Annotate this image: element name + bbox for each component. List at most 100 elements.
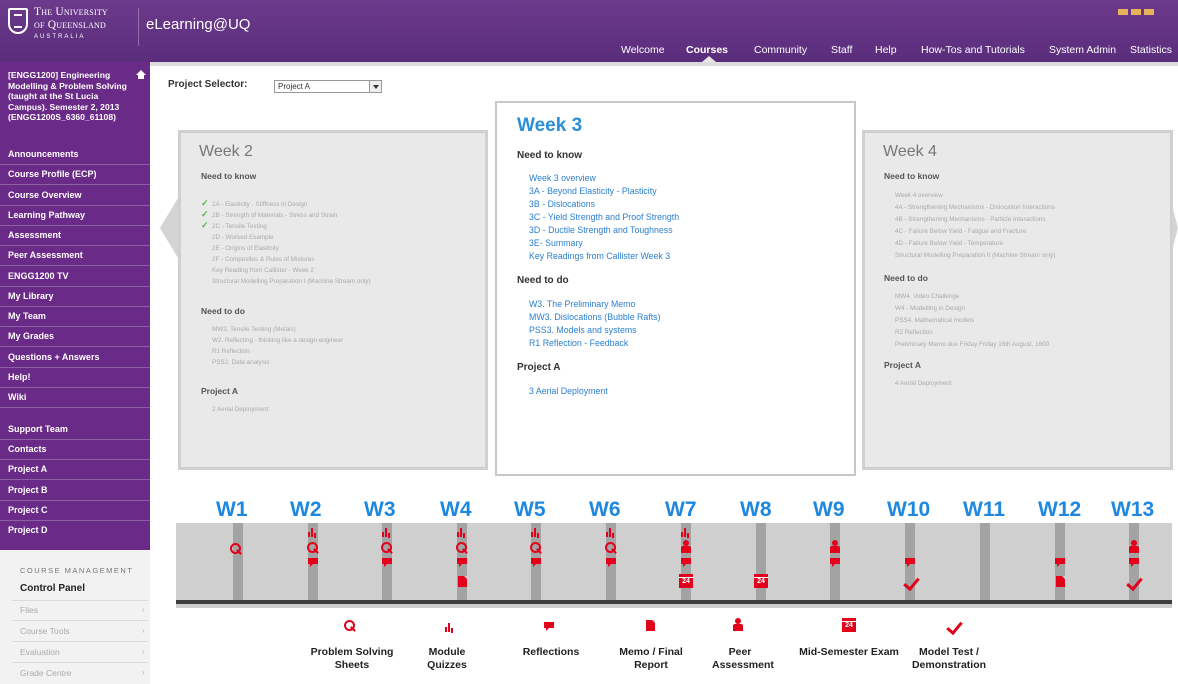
week-label-w11[interactable]: W11 bbox=[963, 498, 1005, 522]
card-link[interactable]: MW2. Tensile Testing (Metals) bbox=[212, 326, 296, 333]
sidebar-item-contacts[interactable]: Contacts bbox=[8, 444, 47, 454]
sidebar-item-course-profile[interactable]: Course Profile (ECP) bbox=[8, 169, 97, 179]
card-link[interactable]: 3D - Ductile Strength and Toughness bbox=[529, 225, 673, 235]
control-panel-label[interactable]: Control Panel bbox=[20, 583, 85, 594]
card-link[interactable]: PSS3. Models and systems bbox=[529, 325, 637, 335]
speech-bubble-icon[interactable] bbox=[382, 558, 392, 567]
magnifier-icon[interactable] bbox=[605, 542, 617, 554]
speech-bubble-icon[interactable] bbox=[830, 558, 840, 567]
week-label-w5[interactable]: W5 bbox=[514, 498, 546, 522]
sidebar-item-peer-assessment[interactable]: Peer Assessment bbox=[8, 250, 83, 260]
card-link[interactable]: 4C - Failure Below Yield - Fatigue and F… bbox=[895, 228, 1026, 235]
site-title[interactable]: eLearning@UQ bbox=[146, 16, 250, 33]
sidebar-item-project-d[interactable]: Project D bbox=[8, 525, 48, 535]
nav-system-admin[interactable]: System Admin bbox=[1049, 44, 1116, 56]
card-link[interactable]: PSS2. Data analysis bbox=[212, 359, 269, 366]
week-4-card[interactable]: Week 4 Need to know Week 4 overview 4A -… bbox=[862, 130, 1173, 470]
card-link[interactable]: 4 Aerial Deployment bbox=[895, 380, 951, 387]
speech-bubble-icon[interactable] bbox=[606, 558, 616, 567]
card-link[interactable]: 2D - Worked Example bbox=[212, 234, 273, 241]
week-label-w3[interactable]: W3 bbox=[364, 498, 396, 522]
bar-chart-icon[interactable] bbox=[531, 528, 540, 537]
sidebar-item-wiki[interactable]: Wiki bbox=[8, 392, 26, 402]
card-link[interactable]: Week 4 overview bbox=[895, 192, 943, 199]
week-label-w6[interactable]: W6 bbox=[589, 498, 621, 522]
nav-how-tos[interactable]: How-Tos and Tutorials bbox=[921, 44, 1025, 56]
card-link[interactable]: 4A - Strengthening Mechanisms - Dislocat… bbox=[895, 204, 1055, 211]
top-right-controls[interactable] bbox=[1118, 2, 1174, 15]
card-link[interactable]: 4B - Strengthening Mechanisms - Particle… bbox=[895, 216, 1046, 223]
card-link[interactable]: PSS4. Mathematical models bbox=[895, 317, 974, 324]
card-link[interactable]: Structural Modelling Preparation II (Mac… bbox=[895, 252, 1055, 259]
home-icon[interactable] bbox=[136, 70, 146, 79]
card-link[interactable]: Key Reading from Callister - Week 2 bbox=[212, 267, 314, 274]
bar-chart-icon[interactable] bbox=[382, 528, 391, 537]
magnifier-icon[interactable] bbox=[230, 543, 242, 555]
checkmark-icon[interactable] bbox=[1126, 577, 1140, 589]
sidebar-item-my-library[interactable]: My Library bbox=[8, 291, 54, 301]
card-link[interactable]: 3C - Yield Strength and Proof Strength bbox=[529, 212, 679, 222]
speech-bubble-icon[interactable] bbox=[531, 558, 541, 567]
management-item-grade-centre[interactable]: Grade Centre bbox=[20, 668, 72, 678]
card-link[interactable]: Week 3 overview bbox=[529, 173, 596, 183]
card-link[interactable]: 2F - Composites & Rules of Mixtures bbox=[212, 256, 315, 263]
week-label-w1[interactable]: W1 bbox=[216, 498, 248, 522]
week-label-w8[interactable]: W8 bbox=[740, 498, 772, 522]
week-label-w7[interactable]: W7 bbox=[665, 498, 697, 522]
card-link[interactable]: 2E - Origins of Elasticity bbox=[212, 245, 279, 252]
speech-bubble-icon[interactable] bbox=[1129, 558, 1139, 567]
sidebar-item-assessment[interactable]: Assessment bbox=[8, 230, 61, 240]
checkmark-icon[interactable] bbox=[903, 577, 917, 589]
calendar-icon[interactable]: 24 bbox=[679, 574, 693, 588]
sidebar-item-course-overview[interactable]: Course Overview bbox=[8, 190, 82, 200]
week-label-w12[interactable]: W12 bbox=[1038, 498, 1081, 522]
person-icon[interactable] bbox=[681, 540, 691, 553]
sidebar-item-project-a[interactable]: Project A bbox=[8, 464, 47, 474]
card-link[interactable]: W3. The Preliminary Memo bbox=[529, 299, 635, 309]
nav-courses[interactable]: Courses bbox=[686, 44, 728, 56]
speech-bubble-icon[interactable] bbox=[457, 558, 467, 567]
card-link[interactable]: R2 Reflection bbox=[895, 329, 933, 336]
sidebar-item-help[interactable]: Help! bbox=[8, 372, 31, 382]
previous-week-arrow[interactable] bbox=[160, 198, 178, 258]
card-link[interactable]: 2 Aerial Deployment bbox=[212, 406, 268, 413]
sidebar-item-announcements[interactable]: Announcements bbox=[8, 149, 79, 159]
bar-chart-icon[interactable] bbox=[457, 528, 466, 537]
course-title[interactable]: [ENGG1200] Engineering Modelling & Probl… bbox=[8, 70, 128, 123]
card-link[interactable]: 2C - Tensile Testing bbox=[212, 223, 267, 230]
card-link[interactable]: R1 Reflection bbox=[212, 348, 250, 355]
nav-welcome[interactable]: Welcome bbox=[621, 44, 665, 56]
speech-bubble-icon[interactable] bbox=[1055, 558, 1065, 567]
card-link[interactable]: Preliminary Memo due Friday Friday 16th … bbox=[895, 341, 1049, 348]
calendar-icon[interactable]: 24 bbox=[754, 574, 768, 588]
card-link[interactable]: 2A - Elasticity - Stiffness in Design bbox=[212, 201, 307, 208]
sidebar-item-my-team[interactable]: My Team bbox=[8, 311, 46, 321]
management-item-course-tools[interactable]: Course Tools bbox=[20, 626, 69, 636]
document-icon[interactable] bbox=[1056, 576, 1065, 587]
week-label-w2[interactable]: W2 bbox=[290, 498, 322, 522]
card-link[interactable]: MW3. Dislocations (Bubble Rafts) bbox=[529, 312, 661, 322]
document-icon[interactable] bbox=[458, 576, 467, 587]
card-link[interactable]: Structural Modelling Preparation I (Mach… bbox=[212, 278, 371, 285]
speech-bubble-icon[interactable] bbox=[681, 558, 691, 567]
sidebar-item-project-c[interactable]: Project C bbox=[8, 505, 48, 515]
week-label-w4[interactable]: W4 bbox=[440, 498, 472, 522]
sidebar-item-learning-pathway[interactable]: Learning Pathway bbox=[8, 210, 85, 220]
nav-community[interactable]: Community bbox=[754, 44, 807, 56]
magnifier-icon[interactable] bbox=[456, 542, 468, 554]
sidebar-item-support-team[interactable]: Support Team bbox=[8, 424, 68, 434]
card-link[interactable]: 4D - Failure Below Yield - Temperature bbox=[895, 240, 1003, 247]
bar-chart-icon[interactable] bbox=[308, 528, 317, 537]
card-link[interactable]: W4 - Modelling in Design bbox=[895, 305, 965, 312]
card-link[interactable]: 3 Aerial Deployment bbox=[529, 386, 608, 396]
nav-statistics[interactable]: Statistics bbox=[1130, 44, 1172, 56]
card-link[interactable]: W2. Reflecting - thinking like a design … bbox=[212, 337, 343, 344]
speech-bubble-icon[interactable] bbox=[905, 558, 915, 567]
card-link[interactable]: MW4. Video Challenge bbox=[895, 293, 959, 300]
card-link[interactable]: 3B - Dislocations bbox=[529, 199, 595, 209]
sidebar-item-questions-answers[interactable]: Questions + Answers bbox=[8, 352, 99, 362]
sidebar-item-project-b[interactable]: Project B bbox=[8, 485, 48, 495]
week-label-w9[interactable]: W9 bbox=[813, 498, 845, 522]
card-link[interactable]: R1 Reflection - Feedback bbox=[529, 338, 628, 348]
chevron-down-icon[interactable] bbox=[369, 81, 381, 92]
